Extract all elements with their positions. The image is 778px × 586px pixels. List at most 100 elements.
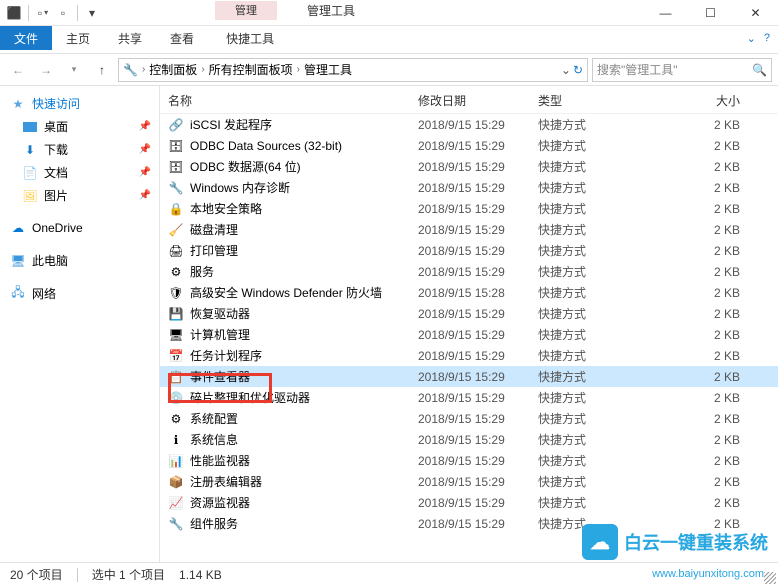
sidebar-this-pc[interactable]: 🖥此电脑 (0, 249, 159, 272)
file-type: 快捷方式 (538, 137, 638, 154)
file-row[interactable]: 🖥计算机管理2018/9/15 15:29快捷方式2 KB (160, 324, 778, 345)
file-size: 2 KB (638, 349, 770, 363)
sidebar-network[interactable]: 🖧网络 (0, 282, 159, 305)
file-date: 2018/9/15 15:29 (418, 118, 538, 132)
file-date: 2018/9/15 15:29 (418, 328, 538, 342)
column-name[interactable]: 名称 (168, 92, 418, 109)
sidebar-documents[interactable]: 📄文档📌 (0, 161, 159, 184)
column-date[interactable]: 修改日期 (418, 92, 538, 109)
watermark-url: www.baiyunxitong.com (652, 568, 764, 580)
address-bar[interactable]: 🔧 › 控制面板 › 所有控制面板项 › 管理工具 ⌄ ↻ (118, 58, 588, 82)
file-name: 注册表编辑器 (190, 473, 418, 490)
file-type: 快捷方式 (538, 389, 638, 406)
tab-home[interactable]: 主页 (52, 26, 104, 50)
tab-share[interactable]: 共享 (104, 26, 156, 50)
file-type: 快捷方式 (538, 158, 638, 175)
sidebar-pictures[interactable]: 🖼图片📌 (0, 184, 159, 207)
file-date: 2018/9/15 15:29 (418, 517, 538, 531)
tab-shortcut-tools[interactable]: 快捷工具 (212, 26, 288, 50)
status-selected: 选中 1 个项目 (92, 566, 165, 583)
address-icon: 🔧 (123, 63, 138, 77)
file-name: ODBC 数据源(64 位) (190, 158, 418, 175)
tab-file[interactable]: 文件 (0, 26, 52, 50)
file-icon: 🖨 (168, 243, 184, 259)
column-headers: 名称 修改日期 类型 大小 (160, 86, 778, 114)
pin-icon: 📌 (139, 190, 151, 201)
file-icon: ⚙ (168, 411, 184, 427)
file-date: 2018/9/15 15:29 (418, 391, 538, 405)
file-type: 快捷方式 (538, 305, 638, 322)
search-icon[interactable]: 🔍 (752, 63, 767, 77)
back-button[interactable]: ← (6, 58, 30, 82)
file-row[interactable]: 📈资源监视器2018/9/15 15:29快捷方式2 KB (160, 492, 778, 513)
file-row[interactable]: 🔗iSCSI 发起程序2018/9/15 15:29快捷方式2 KB (160, 114, 778, 135)
refresh-icon[interactable]: ↻ (573, 63, 583, 77)
forward-button[interactable]: → (34, 58, 58, 82)
file-row[interactable]: 💾恢复驱动器2018/9/15 15:29快捷方式2 KB (160, 303, 778, 324)
qat-dropdown-icon[interactable]: ▾ (84, 5, 100, 21)
watermark-logo-icon: ☁ (582, 524, 618, 560)
chevron-right-icon[interactable]: › (142, 64, 145, 75)
chevron-right-icon[interactable]: › (297, 64, 300, 75)
breadcrumb-control-panel[interactable]: 控制面板 (149, 61, 197, 78)
file-row[interactable]: 🗄ODBC 数据源(64 位)2018/9/15 15:29快捷方式2 KB (160, 156, 778, 177)
sidebar-desktop[interactable]: 桌面📌 (0, 115, 159, 138)
file-row[interactable]: ⚙服务2018/9/15 15:29快捷方式2 KB (160, 261, 778, 282)
maximize-button[interactable]: ☐ (688, 0, 733, 26)
breadcrumb-admin-tools[interactable]: 管理工具 (304, 61, 352, 78)
minimize-button[interactable]: — (643, 0, 688, 26)
address-dropdown-icon[interactable]: ⌄ (561, 63, 571, 77)
file-row[interactable]: 🧹磁盘清理2018/9/15 15:29快捷方式2 KB (160, 219, 778, 240)
file-name: 高级安全 Windows Defender 防火墙 (190, 284, 418, 301)
file-row[interactable]: 📦注册表编辑器2018/9/15 15:29快捷方式2 KB (160, 471, 778, 492)
file-row[interactable]: ⚙系统配置2018/9/15 15:29快捷方式2 KB (160, 408, 778, 429)
file-size: 2 KB (638, 139, 770, 153)
up-button[interactable]: ↑ (90, 58, 114, 82)
file-row[interactable]: 📊性能监视器2018/9/15 15:29快捷方式2 KB (160, 450, 778, 471)
watermark: ☁ 白云一键重装系统 (582, 524, 768, 560)
file-row[interactable]: 🔧Windows 内存诊断2018/9/15 15:29快捷方式2 KB (160, 177, 778, 198)
resize-grip[interactable] (764, 572, 776, 584)
sidebar-onedrive[interactable]: ☁OneDrive (0, 217, 159, 239)
file-row[interactable]: ℹ系统信息2018/9/15 15:29快捷方式2 KB (160, 429, 778, 450)
file-type: 快捷方式 (538, 116, 638, 133)
file-icon: ⚙ (168, 264, 184, 280)
app-icon: ⬛ (6, 5, 22, 21)
file-row[interactable]: 📋事件查看器2018/9/15 15:29快捷方式2 KB (160, 366, 778, 387)
ribbon-help-icon[interactable]: ? (764, 32, 770, 45)
file-name: 磁盘清理 (190, 221, 418, 238)
file-size: 2 KB (638, 370, 770, 384)
file-type: 快捷方式 (538, 284, 638, 301)
file-date: 2018/9/15 15:29 (418, 307, 538, 321)
file-name: 系统配置 (190, 410, 418, 427)
file-name: 打印管理 (190, 242, 418, 259)
file-row[interactable]: 🗄ODBC Data Sources (32-bit)2018/9/15 15:… (160, 135, 778, 156)
close-button[interactable]: ✕ (733, 0, 778, 26)
file-type: 快捷方式 (538, 263, 638, 280)
sidebar-downloads[interactable]: ⬇下载📌 (0, 138, 159, 161)
file-name: 服务 (190, 263, 418, 280)
file-row[interactable]: 🖨打印管理2018/9/15 15:29快捷方式2 KB (160, 240, 778, 261)
qat-icon[interactable]: ▫ (55, 5, 71, 21)
column-size[interactable]: 大小 (638, 92, 770, 109)
tab-view[interactable]: 查看 (156, 26, 208, 50)
search-placeholder: 搜索"管理工具" (597, 61, 752, 78)
file-icon: ℹ (168, 432, 184, 448)
pin-icon: 📌 (139, 121, 151, 132)
recent-dropdown[interactable]: ▾ (62, 58, 86, 82)
file-type: 快捷方式 (538, 179, 638, 196)
file-size: 2 KB (638, 307, 770, 321)
column-type[interactable]: 类型 (538, 92, 638, 109)
sidebar-quick-access[interactable]: ★快速访问 (0, 92, 159, 115)
chevron-right-icon[interactable]: › (201, 64, 204, 75)
breadcrumb-all-items[interactable]: 所有控制面板项 (209, 61, 293, 78)
file-row[interactable]: 🔒本地安全策略2018/9/15 15:29快捷方式2 KB (160, 198, 778, 219)
properties-icon[interactable]: ▫▾ (35, 5, 51, 21)
file-row[interactable]: 📅任务计划程序2018/9/15 15:29快捷方式2 KB (160, 345, 778, 366)
search-input[interactable]: 搜索"管理工具" 🔍 (592, 58, 772, 82)
file-row[interactable]: 🛡高级安全 Windows Defender 防火墙2018/9/15 15:2… (160, 282, 778, 303)
file-date: 2018/9/15 15:29 (418, 160, 538, 174)
file-name: 系统信息 (190, 431, 418, 448)
file-row[interactable]: 💿碎片整理和优化驱动器2018/9/15 15:29快捷方式2 KB (160, 387, 778, 408)
ribbon-expand-icon[interactable]: ⌄ (747, 32, 756, 45)
